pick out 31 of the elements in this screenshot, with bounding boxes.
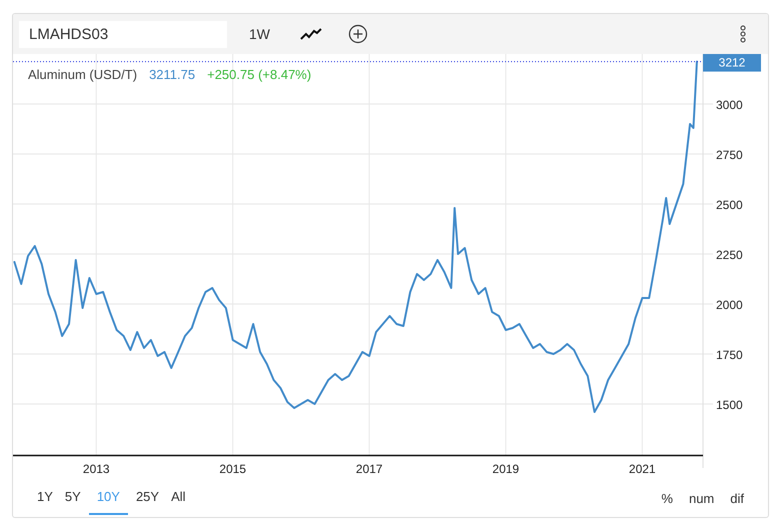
range-tab[interactable]: All <box>167 482 190 515</box>
price-tag: 3212 <box>703 54 761 72</box>
legend-name: Aluminum (USD/T) <box>28 67 138 82</box>
x-axis-label: 2021 <box>628 462 656 476</box>
legend-change: +250.75 (+8.47%) <box>207 67 312 82</box>
mode-button[interactable]: num <box>682 487 720 510</box>
legend-price: 3211.75 <box>149 67 196 82</box>
x-axis-label: 2013 <box>82 462 110 476</box>
x-axis-label: 2015 <box>219 462 246 476</box>
y-axis-label: 2250 <box>716 248 743 262</box>
x-axis-label: 2019 <box>492 462 520 476</box>
menu-button[interactable] <box>738 23 748 45</box>
y-axis-label: 1750 <box>716 348 743 362</box>
interval-button[interactable]: 1W <box>243 22 276 46</box>
y-axis-label: 1500 <box>716 398 743 412</box>
y-axis-label: 2500 <box>716 198 743 212</box>
x-axis-label: 2017 <box>356 462 383 476</box>
line-chart-icon <box>300 27 322 41</box>
ref-line-label: 3212 <box>718 56 746 70</box>
mode-button[interactable]: dif <box>724 487 750 510</box>
range-tab[interactable]: 1Y <box>33 482 57 515</box>
add-button[interactable] <box>346 22 370 46</box>
range-tab[interactable]: 25Y <box>132 482 164 515</box>
y-axis-label: 2000 <box>716 298 743 312</box>
y-axis-label: 2750 <box>716 148 743 162</box>
more-icon <box>740 25 746 43</box>
mode-button[interactable]: % <box>655 487 679 510</box>
symbol-input[interactable]: LMAHDS03 <box>19 20 227 48</box>
range-tab[interactable]: 5Y <box>60 482 85 515</box>
plus-circle-icon <box>348 24 368 44</box>
y-axis-label: 3000 <box>716 98 743 112</box>
